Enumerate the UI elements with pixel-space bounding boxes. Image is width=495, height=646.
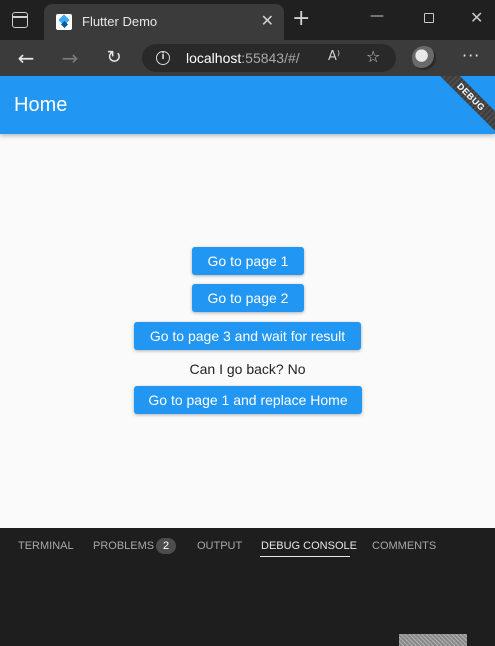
flutter-favicon-icon [56, 14, 72, 30]
tab-output[interactable]: OUTPUT [197, 540, 242, 552]
url-text[interactable]: localhost:55843/#/ [186, 50, 300, 66]
profile-avatar[interactable] [412, 46, 436, 70]
page-title: Home [14, 94, 68, 116]
url-path: :55843/#/ [241, 50, 300, 66]
tab-debug-console[interactable]: DEBUG CONSOLE [261, 540, 357, 552]
tab-problems[interactable]: PROBLEMS [93, 540, 154, 552]
more-options-icon[interactable]: ··· [462, 46, 480, 65]
back-arrow-icon[interactable]: ← [14, 46, 38, 70]
go-to-page-1-replace-button[interactable]: Go to page 1 and replace Home [134, 386, 362, 414]
can-go-back-text: Can I go back? No [189, 361, 306, 377]
go-to-page-3-wait-button[interactable]: Go to page 3 and wait for result [134, 322, 361, 350]
maximize-icon[interactable] [424, 13, 434, 23]
forward-arrow-icon[interactable]: → [58, 46, 82, 70]
tab-title: Flutter Demo [82, 14, 158, 29]
ide-panel: TERMINAL PROBLEMS 2 OUTPUT DEBUG CONSOLE… [0, 528, 495, 646]
tab-close-icon[interactable]: ✕ [261, 11, 274, 31]
new-tab-button[interactable]: + [292, 7, 310, 31]
artifact-block [399, 634, 467, 646]
go-to-page-1-button[interactable]: Go to page 1 [192, 247, 304, 275]
problems-count-badge: 2 [156, 538, 176, 554]
refresh-icon[interactable]: ↻ [102, 46, 126, 70]
tab-actions-icon[interactable] [12, 12, 28, 28]
address-bar[interactable]: i localhost:55843/#/ A⁾ ☆ [142, 44, 396, 72]
tab-terminal[interactable]: TERMINAL [18, 540, 74, 552]
tab-comments[interactable]: COMMENTS [372, 540, 436, 552]
url-host: localhost [186, 50, 242, 66]
browser-toolbar: ← → ↻ i localhost:55843/#/ A⁾ ☆ ··· [0, 40, 495, 76]
go-to-page-2-button[interactable]: Go to page 2 [192, 284, 304, 312]
flutter-app: Home DEBUG Go to page 1 Go to page 2 Go … [0, 76, 495, 528]
app-bar: Home [0, 76, 495, 134]
read-aloud-icon[interactable]: A⁾ [328, 49, 340, 64]
add-favorite-icon[interactable]: ☆ [366, 47, 380, 66]
active-tab-indicator [260, 556, 350, 557]
browser-tab[interactable]: Flutter Demo ✕ [44, 4, 284, 40]
browser-tab-strip: Flutter Demo ✕ + — ✕ [0, 0, 495, 40]
info-icon[interactable]: i [156, 51, 170, 65]
window-close-icon[interactable]: ✕ [470, 8, 483, 27]
minimize-icon[interactable]: — [370, 8, 384, 24]
